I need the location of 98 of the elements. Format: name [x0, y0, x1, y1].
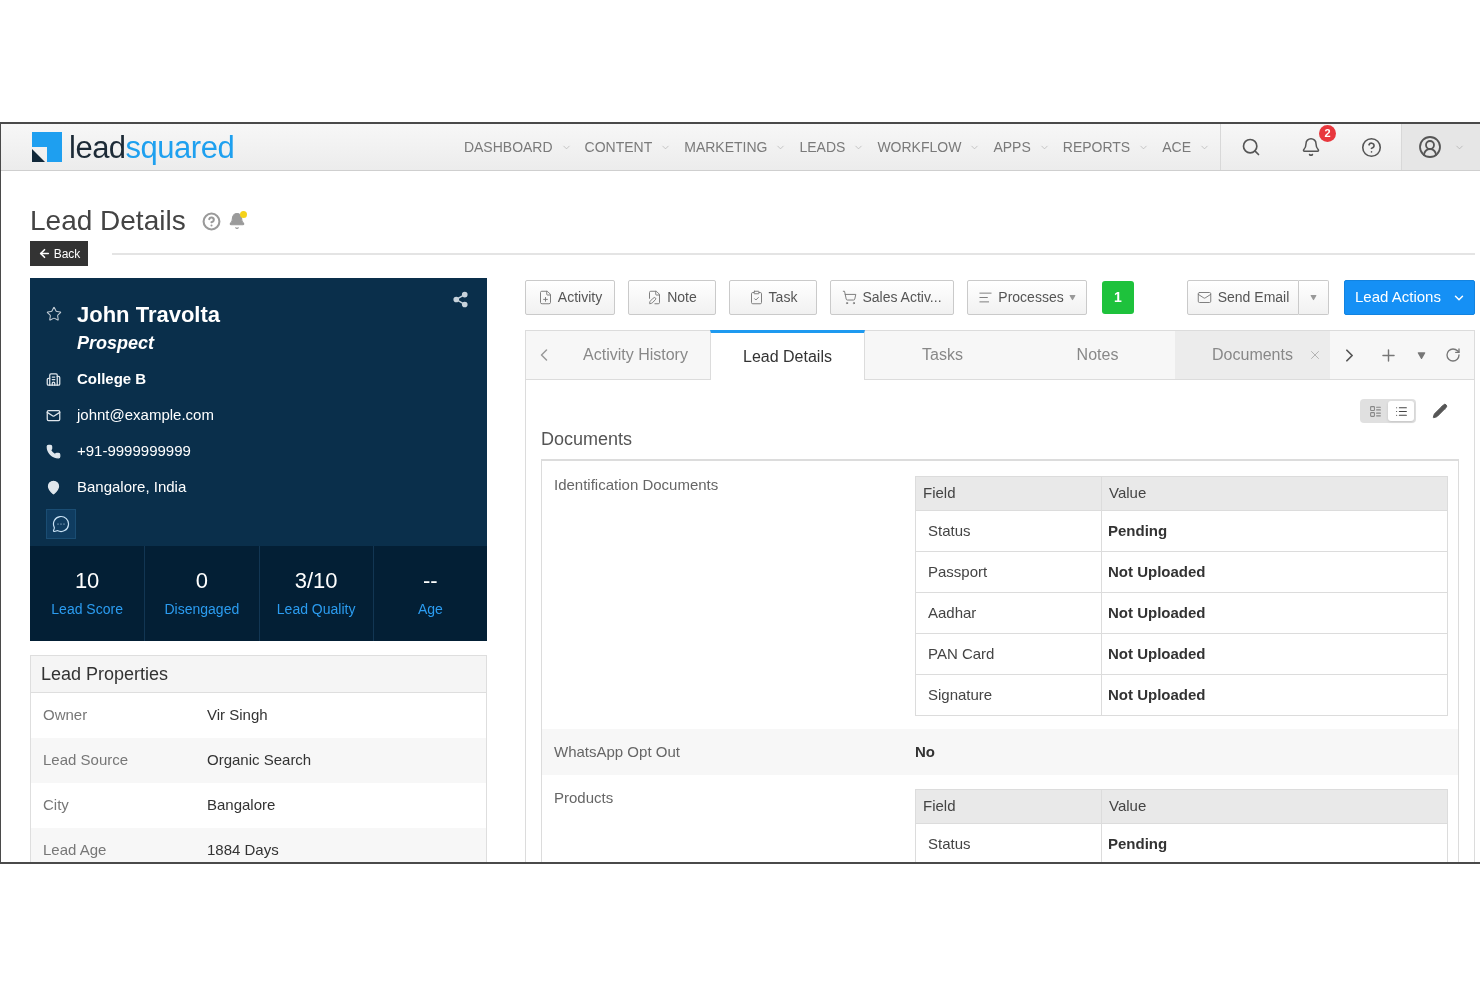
nav-menu-item[interactable]: APPS	[993, 136, 1050, 158]
lead-stage: Prospect	[77, 331, 155, 355]
stat-value: 0	[195, 567, 208, 594]
toolbar-button[interactable]: Sales Activ...	[830, 280, 954, 315]
caret-icon[interactable]	[1416, 350, 1426, 360]
table-header-cell-text: Value	[1108, 796, 1148, 817]
stat-value: 3/10	[294, 567, 338, 594]
help-icon[interactable]	[1360, 136, 1382, 158]
lead-detail-text[interactable]: johnt@example.com	[77, 403, 214, 427]
toolbar-button[interactable]: Note	[628, 280, 716, 315]
tab[interactable]: Tasks	[865, 331, 1020, 379]
nav-menu-item[interactable]: ACE	[1162, 136, 1210, 158]
property-value: Bangalore	[207, 795, 276, 816]
table-cell: PAN Card	[916, 634, 1102, 674]
tab[interactable]: Activity History	[561, 331, 710, 379]
view-toggle-option[interactable]	[1388, 401, 1414, 421]
property-label: City	[43, 795, 69, 816]
star-icon[interactable]	[46, 306, 62, 322]
share-icon[interactable]	[452, 291, 469, 308]
field-label: Products	[554, 789, 614, 807]
table-header-cell: Field	[916, 477, 1102, 510]
caret-icon	[1068, 294, 1076, 301]
user-avatar-icon[interactable]	[1417, 135, 1442, 159]
tab[interactable]: Documents	[1175, 331, 1330, 379]
property-label: Lead Source	[43, 750, 129, 771]
lines-icon	[978, 290, 994, 305]
send-email-button[interactable]: Send Email	[1187, 280, 1299, 315]
stat-label[interactable]: Lead Quality	[276, 598, 356, 620]
stat-label[interactable]: Age	[417, 598, 443, 620]
property-value: Organic Search	[207, 750, 312, 771]
table-cell: Status	[916, 511, 1102, 551]
mail-icon	[46, 407, 61, 423]
toolbar-button[interactable]: Activity	[525, 280, 615, 315]
lead-name: John Travolta	[77, 300, 221, 329]
tab[interactable]: Notes	[1020, 331, 1175, 379]
nav-menu-item[interactable]: REPORTS	[1062, 136, 1150, 158]
stat-value: 10	[74, 567, 100, 594]
caret-icon	[1310, 294, 1317, 301]
table-cell: Status	[916, 824, 1102, 862]
tab[interactable]: Lead Details	[710, 330, 865, 380]
clipboard-check-icon	[748, 290, 764, 305]
panel-title: Lead Properties	[41, 662, 169, 686]
stat-value: --	[423, 567, 438, 594]
nav-menu-item[interactable]: CONTENT	[584, 136, 672, 158]
field-value: No	[915, 741, 935, 762]
chat-bubble-icon	[52, 515, 70, 533]
help-icon[interactable]	[201, 211, 221, 231]
toolbar-button[interactable]: Task	[729, 280, 817, 315]
detail-list-icon	[1368, 404, 1382, 418]
nav-menu-item[interactable]: MARKETING	[684, 136, 787, 158]
dropdown-toggle[interactable]	[1299, 280, 1329, 315]
bell-icon[interactable]	[1301, 137, 1321, 157]
cart-icon	[842, 290, 858, 305]
property-label: Lead Age	[43, 840, 107, 861]
logo-text: leadsquared	[69, 131, 235, 163]
table-header-cell: Field	[916, 790, 1102, 823]
stat-label[interactable]: Disengaged	[164, 598, 240, 620]
list-icon	[1394, 404, 1408, 418]
table-cell-text: Not Uploaded	[1107, 684, 1207, 705]
arrow-left-icon	[37, 247, 51, 260]
nav-menu-item[interactable]: DASHBOARD	[463, 136, 572, 158]
table-header-cell-text: Value	[1108, 483, 1148, 504]
table-cell-text: Pending	[1107, 833, 1169, 854]
refresh-icon[interactable]	[1444, 347, 1461, 363]
property-label: Owner	[43, 705, 88, 726]
edit-icon[interactable]	[1432, 403, 1448, 419]
map-pin-icon	[46, 479, 61, 495]
table-cell-text: Not Uploaded	[1107, 643, 1207, 664]
table-cell-text: Not Uploaded	[1107, 561, 1207, 582]
table-cell-text: Pending	[1107, 520, 1169, 541]
chat-button[interactable]	[46, 509, 76, 539]
lead-actions-button[interactable]: Lead Actions	[1344, 280, 1475, 315]
search-icon[interactable]	[1241, 137, 1261, 157]
table-cell: Signature	[916, 675, 1102, 715]
nav-menu-item[interactable]: WORKFLOW	[877, 136, 981, 158]
notification-badge: 2	[1319, 125, 1336, 142]
table-cell-text: Not Uploaded	[1107, 602, 1207, 623]
field-label: WhatsApp Opt Out	[554, 741, 680, 762]
field-label: Identification Documents	[554, 476, 719, 494]
table-cell: Aadhar	[916, 593, 1102, 633]
mail-icon	[1196, 290, 1212, 305]
building-icon	[46, 371, 61, 387]
property-value: Vir Singh	[207, 705, 268, 726]
back-button[interactable]: Back	[30, 241, 88, 266]
lead-detail-text[interactable]: Bangalore, India	[77, 475, 187, 499]
phone-icon	[46, 443, 61, 459]
section-title: Documents	[541, 428, 633, 450]
table-cell: Passport	[916, 552, 1102, 592]
file-pen-icon	[647, 290, 663, 305]
page-title: Lead Details	[30, 204, 186, 238]
toolbar-button[interactable]: Processes	[967, 280, 1087, 315]
logo-icon	[32, 132, 62, 162]
stat-label[interactable]: Lead Score	[51, 598, 123, 620]
file-plus-icon	[537, 290, 553, 305]
lead-detail-text: College B	[77, 368, 147, 389]
nav-menu-item[interactable]: LEADS	[799, 136, 865, 158]
lead-detail-text[interactable]: +91-9999999999	[77, 439, 191, 463]
property-value: 1884 Days	[207, 840, 279, 861]
